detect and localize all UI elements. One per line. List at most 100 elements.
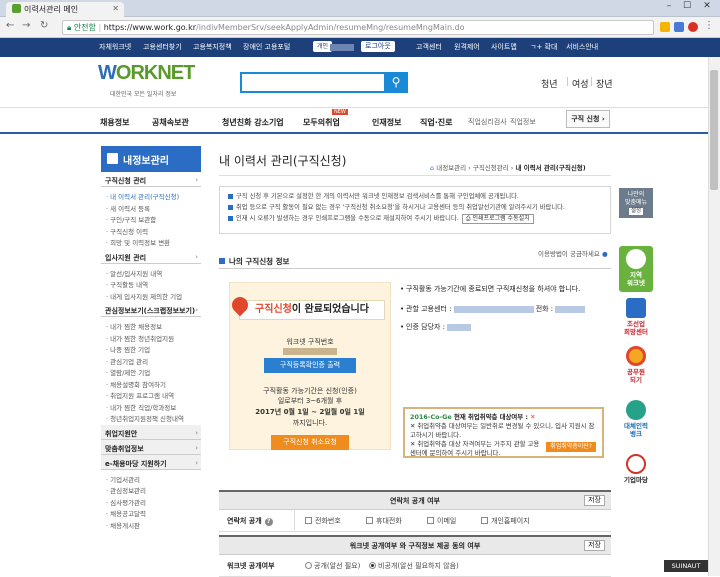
side-section[interactable]: 취업지원안 ›	[101, 424, 201, 440]
side-item[interactable]: · 내가 찜한 직업/학과정보	[101, 400, 201, 412]
side-item[interactable]: · 관심정보관리	[101, 483, 201, 495]
side-item[interactable]: · 구인/구직 보관함	[101, 212, 201, 224]
custom-menu-panel: 나만의 맞춤메뉴 설정	[619, 188, 653, 218]
maximize-icon[interactable]: ☐	[678, 1, 696, 11]
util-link[interactable]: 장애인 고용포털	[243, 42, 290, 52]
nav-public-hiring[interactable]: 공채속보관	[152, 117, 189, 128]
contact-mobile-checkbox[interactable]: 휴대전화	[366, 516, 402, 526]
home-icon[interactable]: ⌂	[430, 164, 434, 172]
lock-icon: 🔒︎	[67, 23, 72, 32]
side-item[interactable]: · 나중 찜한 기업	[101, 342, 201, 354]
side-item[interactable]: · 새 이력서 등록	[101, 201, 201, 213]
side-item[interactable]: · 관심기업 관리	[101, 354, 201, 366]
job-apply-button[interactable]: 구직 신청 ›	[566, 110, 610, 128]
extension-icon[interactable]	[674, 22, 684, 32]
side-section[interactable]: 맞춤취업정보 ›	[101, 439, 201, 455]
nav-talent[interactable]: 인재정보	[372, 117, 401, 128]
util-link[interactable]: 서비스안내	[566, 42, 598, 52]
notice-box: 구직 신청 후 기본으로 설정한 한 개의 이력서만 워크넷 인재정보 검색서비…	[219, 186, 611, 234]
side-item[interactable]: · 구직활동 내역	[101, 277, 201, 289]
persona-youth[interactable]: 청년	[541, 77, 558, 90]
side-item[interactable]: · 청년취업지원정책 신청내역	[101, 411, 201, 423]
logout-button[interactable]: 로그아웃	[361, 41, 395, 52]
cancel-application-button[interactable]: 구직신청 취소요청	[271, 435, 349, 450]
save-button[interactable]: 저장	[584, 495, 605, 506]
side-item-resume-manage[interactable]: · 내 이력서 관리(구직신청)	[101, 189, 201, 201]
persona-women[interactable]: 여성	[572, 77, 589, 90]
worknet-disclosure-table: 워크넷 공개여부 와 구직정보 제공 동의 여부 저장 워크넷 공개여부 공개(알…	[219, 535, 611, 577]
window-close-icon[interactable]: ✕	[698, 1, 716, 11]
tab-close-icon[interactable]: ✕	[112, 4, 119, 13]
secure-label: 안전함	[73, 23, 96, 32]
side-section[interactable]: 입사지원 관리 ›	[101, 248, 201, 264]
quick-regional-worknet[interactable]: 지역 워크넷	[619, 246, 653, 292]
new-badge: NEW	[332, 109, 348, 115]
print-program-install-button[interactable]: ⎙ 인쇄프로그램 수동설치	[461, 214, 534, 224]
notice-item: 구직 신청 후 기본으로 설정한 한 개의 이력서만 워크넷 인재정보 검색서비…	[228, 191, 604, 202]
side-item[interactable]: · 심사평가관리	[101, 495, 201, 507]
nav-everyone-jobs[interactable]: 모두의취업	[303, 117, 340, 128]
zoom-link[interactable]: ㄱ+ 확대	[530, 42, 557, 52]
contact-homepage-checkbox[interactable]: 개인홈페이지	[481, 516, 530, 526]
quick-enterprise-hub[interactable]: 기업마당	[619, 454, 653, 484]
side-item[interactable]: · 기업서관리	[101, 472, 201, 484]
side-item[interactable]: · 구직신청 이력	[101, 224, 201, 236]
notice-item: 취업 등으로 구직 활동이 필요 없는 경우 '구직신청 취소요청'을 하시거나…	[228, 202, 604, 213]
chevron-right-icon: ›	[195, 428, 198, 437]
side-item[interactable]: · 내가 찜한 청년취업지원	[101, 331, 201, 343]
util-link[interactable]: 사이트맵	[491, 42, 517, 52]
util-link[interactable]: 자체워크넷	[99, 42, 131, 52]
util-link[interactable]: 고용복지정책	[193, 42, 232, 52]
help-icon[interactable]: ?	[264, 518, 273, 526]
disclose-public-radio[interactable]: 공개(알선 필요)	[305, 561, 360, 571]
side-item[interactable]: · 희망 및 이력정보 변환	[101, 235, 201, 247]
chevron-right-icon: ›	[195, 176, 198, 184]
nav-job-info[interactable]: 직업정보	[510, 117, 536, 127]
scrollbar-thumb[interactable]	[710, 70, 718, 190]
nav-psych-test[interactable]: 직업심리검사	[468, 117, 507, 127]
search-icon[interactable]: ⚲	[384, 72, 408, 93]
worknet-logo[interactable]: WORKNET	[98, 62, 195, 85]
table-header: 워크넷 공개여부 와 구직정보 제공 동의 여부 저장	[219, 537, 611, 555]
info-item: • 인증 담당자 :	[400, 321, 610, 333]
search-input[interactable]	[240, 72, 408, 93]
util-link[interactable]: 고용센터찾기	[143, 42, 182, 52]
adblock-icon[interactable]	[688, 22, 698, 32]
side-section[interactable]: 관심정보보기(스크랩정보보기) ›	[101, 302, 201, 317]
browser-tab[interactable]: 이력서관리 메인 ✕	[6, 2, 124, 17]
bookmark-star-icon[interactable]	[660, 22, 670, 32]
util-link[interactable]: 고객센터	[416, 42, 442, 52]
menu-kebab-icon[interactable]: ⋮	[704, 20, 714, 31]
reload-icon[interactable]: ↻	[40, 20, 48, 31]
quick-civil-servant[interactable]: 공무원 되기	[619, 346, 653, 384]
vulnerable-info-link[interactable]: 취업취약층이란?	[546, 442, 596, 452]
forward-icon[interactable]: →	[22, 20, 30, 31]
save-button[interactable]: 저장	[584, 540, 605, 551]
quick-substitute-bank[interactable]: 대체인력 뱅크	[619, 400, 653, 438]
persona-senior[interactable]: 장년	[596, 77, 613, 90]
disclose-private-radio[interactable]: 비공개(알선 필요하지 않음)	[369, 561, 459, 571]
custom-menu-settings-button[interactable]: 설정	[628, 208, 644, 215]
side-item[interactable]: · 내가 찜한 채용정보	[101, 319, 201, 331]
side-section[interactable]: e-채용마당 지원하기 ›	[101, 454, 201, 470]
side-item[interactable]: · 내게 입사지원 제의한 기업	[101, 289, 201, 301]
nav-career[interactable]: 직업·진로	[420, 117, 452, 128]
address-bar[interactable]: 🔒︎ 안전함 | https://www.work.go.kr/indivMem…	[62, 20, 654, 35]
contact-phone-checkbox[interactable]: 전화번호	[305, 516, 341, 526]
minimize-icon[interactable]: –	[660, 1, 678, 11]
nav-smb[interactable]: 청년친화 강소기업	[222, 117, 284, 128]
quick-shipbuilding-center[interactable]: 조선업 희망센터	[619, 298, 653, 336]
nav-jobs[interactable]: 채용정보	[100, 117, 129, 128]
side-item[interactable]: · 열람/제안 기업	[101, 365, 201, 377]
side-section[interactable]: 구직신청 관리 ›	[101, 172, 201, 187]
side-item[interactable]: · 취업지원 프로그램 내역	[101, 388, 201, 400]
side-item[interactable]: · 채용공고달력	[101, 506, 201, 518]
side-item[interactable]: · 채용게시판	[101, 518, 201, 530]
print-certificate-button[interactable]: 구직등록확인증 출력	[264, 358, 356, 373]
contact-email-checkbox[interactable]: 이메일	[427, 516, 456, 526]
vulnerable-group-box: 2016-Co-Ge 현재 취업취약층 대상여부 : ✕ ✕ 취업취약층 대상여…	[403, 407, 604, 458]
back-icon[interactable]: ←	[6, 20, 14, 31]
side-item[interactable]: · 알선/입사지원 내역	[101, 266, 201, 278]
util-link[interactable]: 원격제어	[454, 42, 480, 52]
side-item[interactable]: · 채용설명회 참여하기	[101, 377, 201, 389]
